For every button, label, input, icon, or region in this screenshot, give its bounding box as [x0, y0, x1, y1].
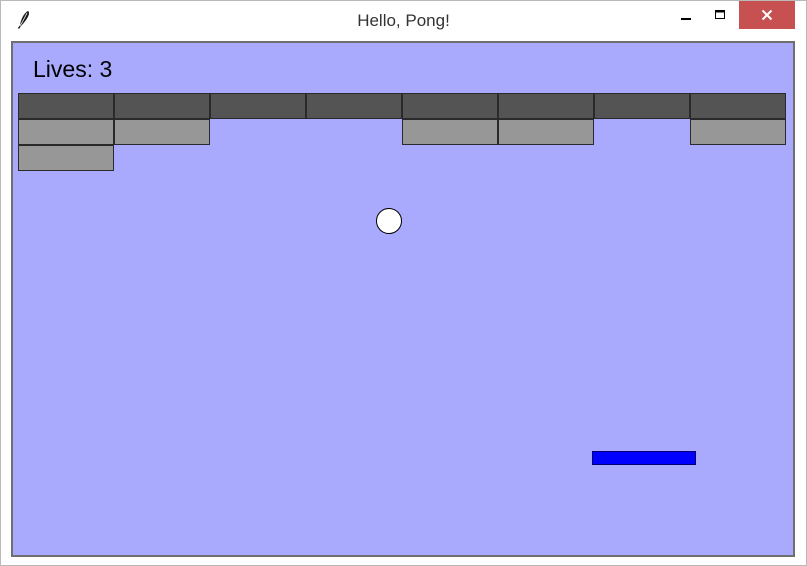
brick	[18, 119, 114, 145]
brick	[498, 93, 594, 119]
brick	[114, 119, 210, 145]
lives-counter: Lives: 3	[33, 56, 113, 82]
brick	[594, 93, 690, 119]
app-window: Hello, Pong! Lives: 3	[0, 0, 807, 566]
brick	[210, 93, 306, 119]
brick	[306, 93, 402, 119]
brick	[114, 93, 210, 119]
maximize-button[interactable]	[704, 1, 736, 29]
brick	[18, 145, 114, 171]
brick	[402, 119, 498, 145]
brick	[498, 119, 594, 145]
title-bar[interactable]: Hello, Pong!	[1, 1, 806, 39]
close-button[interactable]	[739, 1, 795, 29]
brick	[690, 93, 786, 119]
brick	[402, 93, 498, 119]
game-canvas[interactable]: Lives: 3	[11, 41, 795, 557]
brick	[18, 93, 114, 119]
brick	[690, 119, 786, 145]
minimize-button[interactable]	[671, 1, 701, 29]
minimize-icon	[681, 18, 691, 20]
ball	[376, 208, 402, 234]
close-icon	[761, 9, 773, 21]
maximize-icon	[715, 10, 725, 19]
paddle[interactable]	[592, 451, 696, 465]
